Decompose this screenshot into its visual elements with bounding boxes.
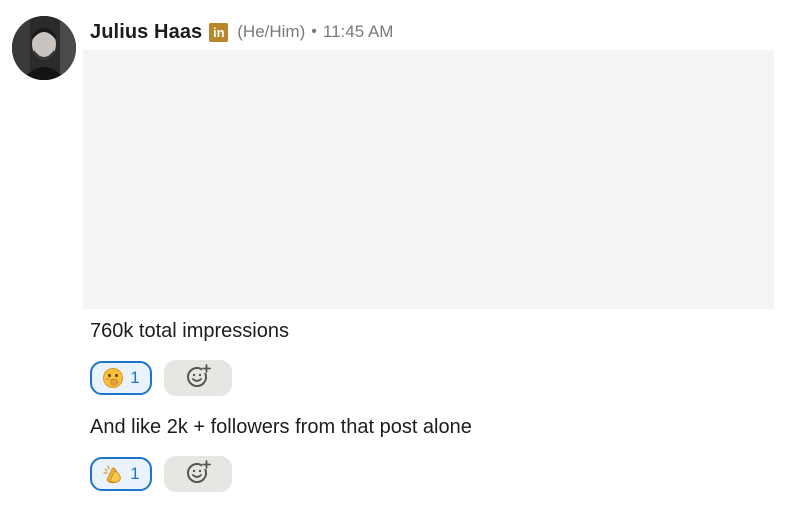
avatar[interactable]: [12, 16, 76, 80]
add-reaction-icon: [185, 363, 211, 394]
reaction-pill[interactable]: 1: [90, 457, 152, 491]
linkedin-icon: in: [209, 22, 229, 42]
avatar-photo: [12, 16, 76, 80]
reaction-bar: 1: [90, 456, 232, 492]
face-with-hand-over-mouth-icon: [102, 367, 124, 389]
add-reaction-icon: [185, 459, 211, 490]
image-attachment[interactable]: [83, 50, 774, 309]
reaction-bar: 1: [90, 360, 232, 396]
message-text: 760k total impressions: [90, 320, 289, 342]
add-reaction-button[interactable]: [164, 456, 232, 492]
reaction-pill[interactable]: 1: [90, 361, 152, 395]
reaction-count: 1: [130, 464, 140, 483]
add-reaction-button[interactable]: [164, 360, 232, 396]
author-pronouns: (He/Him): [237, 22, 306, 41]
message-text: And like 2k + followers from that post a…: [90, 416, 472, 438]
separator-dot: •: [311, 23, 317, 40]
reaction-count: 1: [130, 368, 140, 387]
message-timestamp[interactable]: 11:45 AM: [323, 22, 394, 42]
message-header: Julius Haas in (He/Him) • 11:45 AM: [90, 19, 393, 45]
author-name[interactable]: Julius Haas: [90, 21, 202, 44]
clapping-hands-icon: [102, 463, 124, 485]
